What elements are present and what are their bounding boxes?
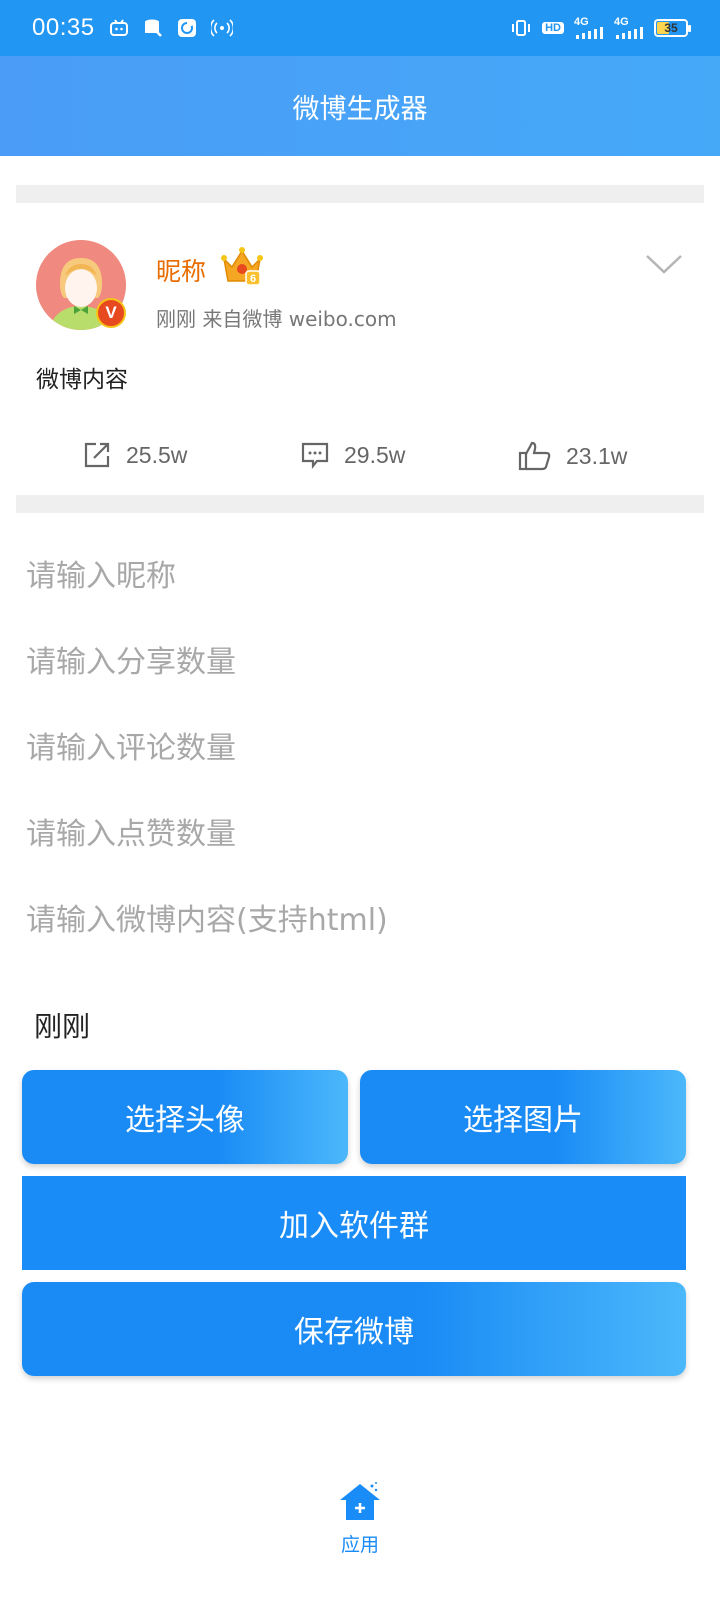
network-type-label: 4G bbox=[614, 16, 629, 28]
divider-top bbox=[16, 185, 704, 203]
status-left: 00:35 bbox=[32, 14, 233, 42]
signal-1-icon: 4G bbox=[574, 17, 604, 39]
shares-input[interactable] bbox=[16, 619, 704, 705]
refresh-app-icon bbox=[177, 18, 197, 38]
post-nickname: 昵称 bbox=[156, 257, 207, 286]
post-actions: 25.5w 29.5w 23.1w bbox=[16, 440, 704, 488]
vibrate-icon bbox=[510, 19, 532, 37]
post-meta: 刚刚 来自微博 weibo.com bbox=[156, 307, 397, 331]
save-post-button[interactable]: 保存微博 bbox=[22, 1282, 686, 1376]
comments-input[interactable] bbox=[16, 705, 704, 791]
home-plus-icon bbox=[340, 1482, 380, 1520]
content-input[interactable] bbox=[16, 877, 704, 963]
page-title: 微博生成器 bbox=[292, 93, 428, 125]
choose-image-button[interactable]: 选择图片 bbox=[360, 1070, 686, 1164]
share-count: 25.5w bbox=[126, 441, 188, 468]
database-icon bbox=[143, 18, 163, 38]
time-field[interactable]: 刚刚 bbox=[34, 1005, 90, 1045]
status-time: 00:35 bbox=[32, 14, 95, 41]
likes-input[interactable] bbox=[16, 791, 704, 877]
status-bar: 00:35 HD 4G 4G 35 bbox=[0, 0, 720, 56]
like-action[interactable]: 23.1w bbox=[518, 440, 627, 472]
comment-action[interactable]: 29.5w bbox=[300, 440, 405, 470]
vip-crown-icon: 6 bbox=[220, 245, 264, 291]
battery-icon: 35 bbox=[654, 19, 691, 37]
bilibili-icon bbox=[109, 19, 129, 37]
like-count: 23.1w bbox=[566, 442, 628, 469]
verified-badge-icon: V bbox=[96, 298, 126, 328]
signal-2-icon: 4G bbox=[614, 17, 644, 39]
hotspot-icon bbox=[210, 19, 233, 37]
join-group-button[interactable]: 加入软件群 bbox=[22, 1176, 686, 1270]
post-content: 微博内容 bbox=[36, 367, 128, 393]
nav-label-app: 应用 bbox=[340, 1534, 379, 1556]
nav-item-app[interactable]: 应用 bbox=[328, 1480, 392, 1557]
status-right: HD 4G 4G 35 bbox=[510, 17, 691, 39]
share-action[interactable]: 25.5w bbox=[82, 440, 187, 470]
network-type-label: 4G bbox=[574, 16, 589, 28]
divider-bottom bbox=[16, 495, 704, 513]
choose-avatar-button[interactable]: 选择头像 bbox=[22, 1070, 348, 1164]
hd-label: HD bbox=[542, 22, 564, 34]
nickname-input[interactable] bbox=[16, 533, 704, 619]
vip-level: 6 bbox=[250, 273, 256, 285]
app-title-bar: 微博生成器 bbox=[0, 56, 720, 156]
battery-level: 35 bbox=[664, 21, 678, 35]
comment-icon bbox=[301, 442, 329, 470]
comment-count: 29.5w bbox=[344, 441, 406, 468]
thumbs-up-icon bbox=[518, 441, 551, 471]
bottom-nav: 应用 bbox=[0, 1470, 720, 1600]
share-icon bbox=[84, 442, 110, 468]
chevron-down-icon[interactable] bbox=[644, 252, 684, 280]
